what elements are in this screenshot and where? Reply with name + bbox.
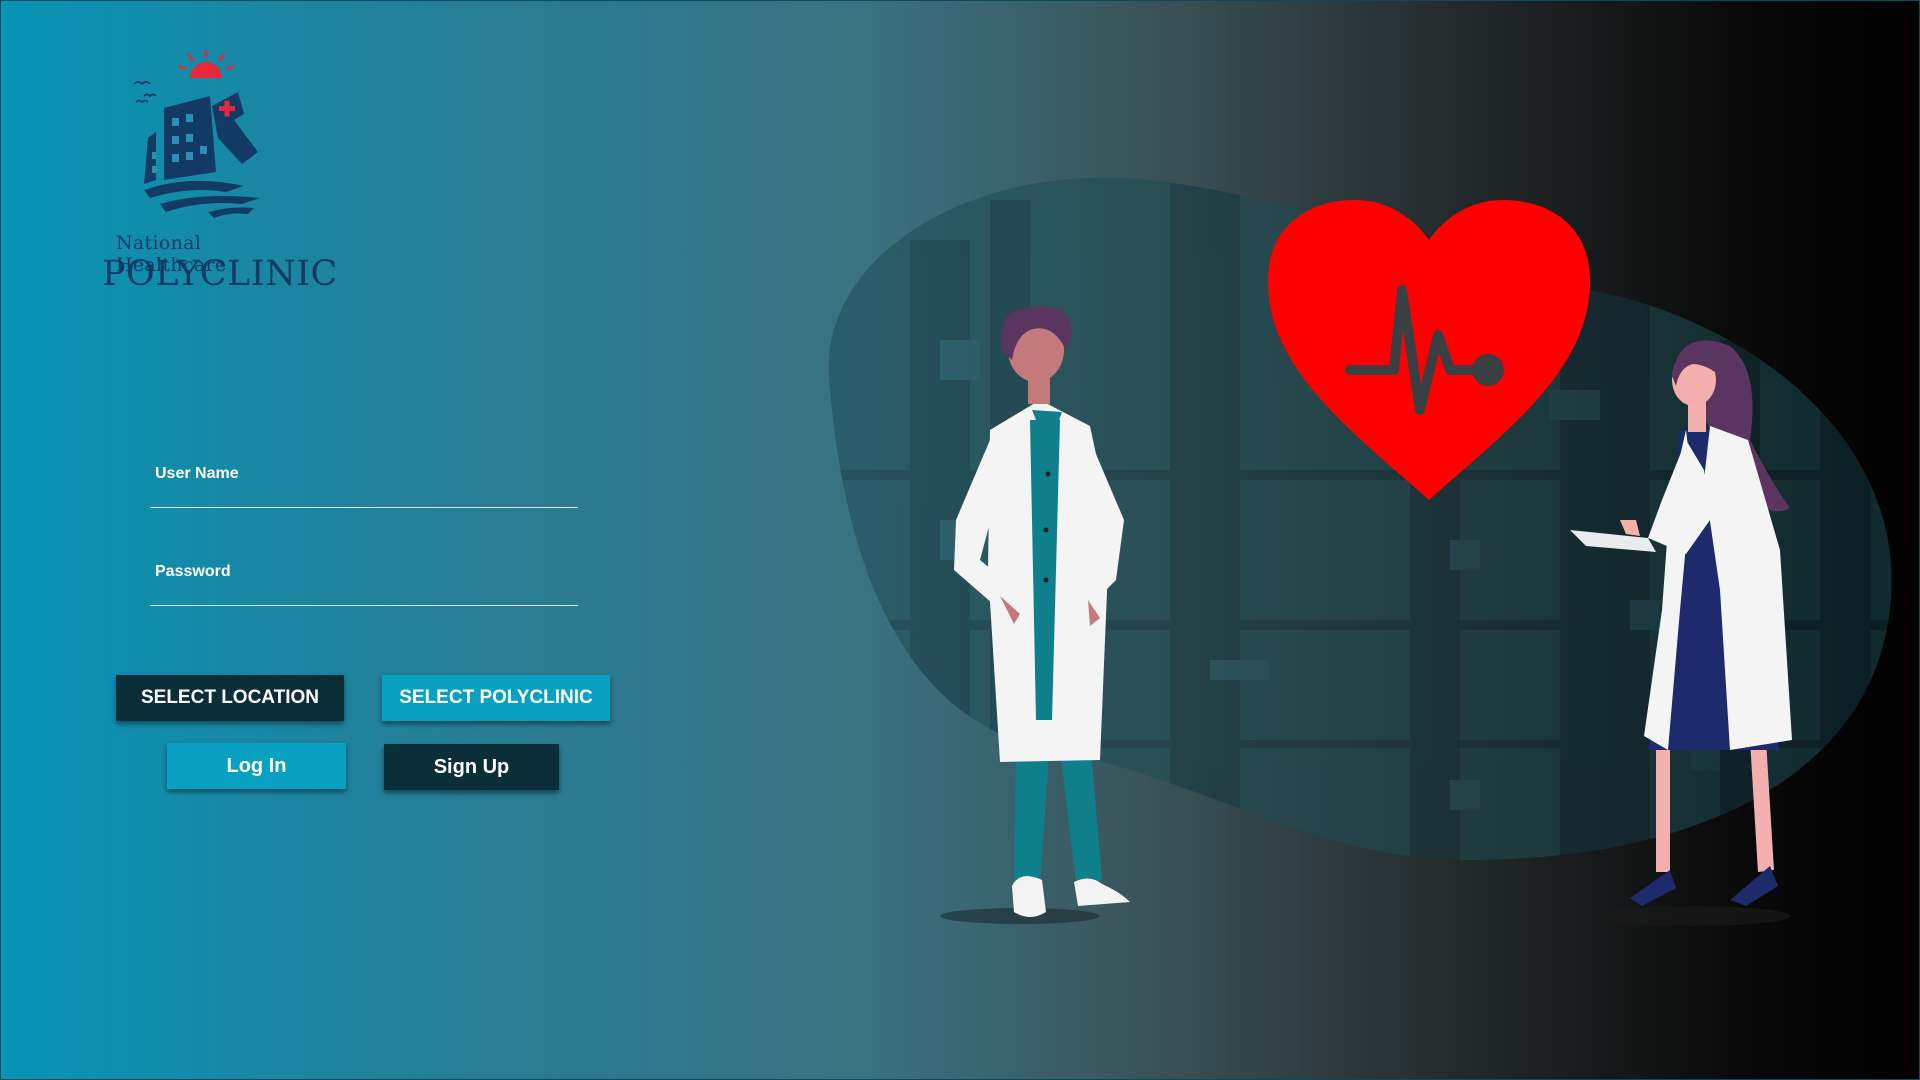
password-field: Password — [150, 563, 578, 606]
doctors-illustration — [790, 140, 1900, 945]
select-location-button[interactable]: SELECT LOCATION — [116, 675, 344, 721]
username-field: User Name — [150, 465, 578, 508]
username-label: User Name — [155, 465, 239, 482]
password-label: Password — [155, 563, 231, 580]
username-input[interactable] — [150, 485, 578, 508]
polyclinic-logo: National Healthcare POLYCLINIC — [100, 40, 337, 300]
login-button[interactable]: Log In — [167, 743, 346, 789]
password-input[interactable] — [150, 583, 578, 606]
hospital-building-icon — [133, 50, 260, 218]
brand-title: POLYCLINIC — [102, 254, 338, 294]
select-polyclinic-button[interactable]: SELECT POLYCLINIC — [382, 675, 610, 721]
signup-button[interactable]: Sign Up — [384, 744, 559, 790]
